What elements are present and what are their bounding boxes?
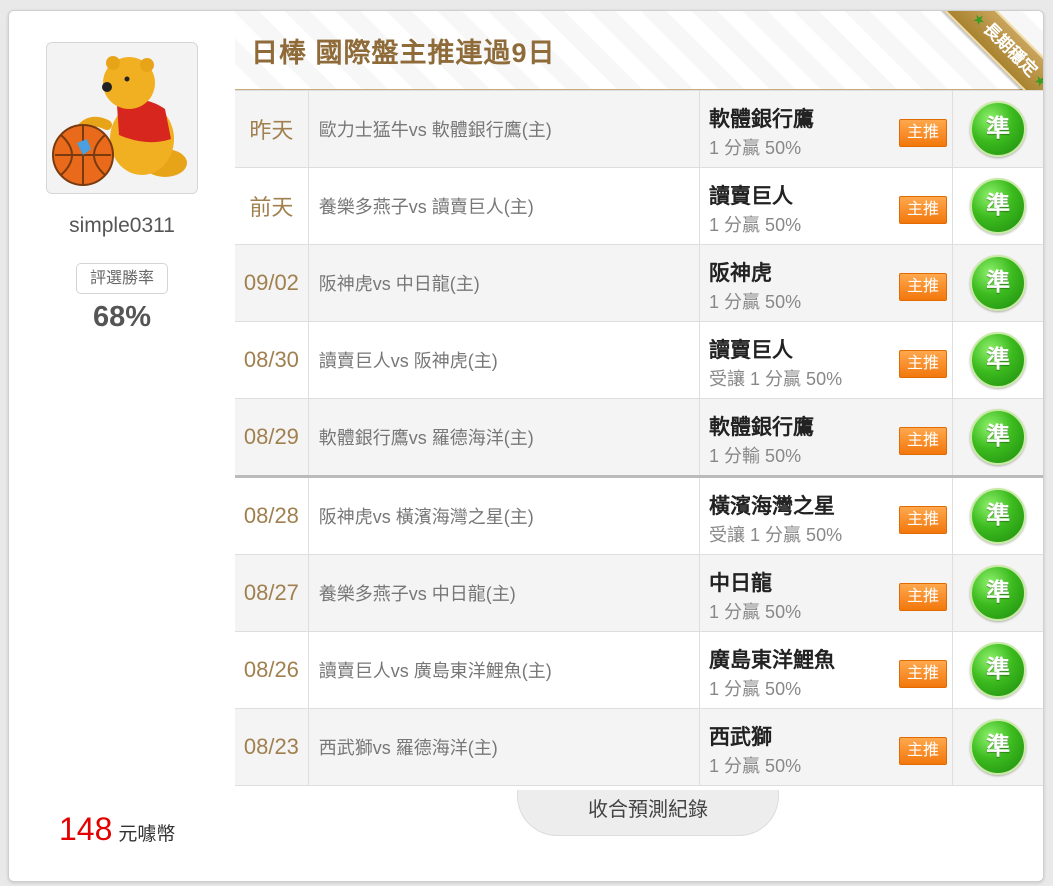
row-date: 08/26 <box>235 631 309 709</box>
pick-team: 阪神虎 <box>709 262 773 285</box>
table-row: 08/26 讀賣巨人vs 廣島東洋鯉魚(主) 廣島東洋鯉魚 1 分贏 50% 主… <box>235 631 1043 709</box>
main-pick-tag: 主推 <box>899 506 948 534</box>
pick-line: 1 分贏 50% <box>709 292 802 312</box>
row-result: 準 <box>952 708 1043 786</box>
main-pick-tag: 主推 <box>899 273 948 301</box>
correct-badge-icon: 準 <box>970 488 1027 544</box>
winrate-value: 68% <box>92 301 152 333</box>
pick-team: 讀賣巨人 <box>709 339 794 362</box>
row-date: 前天 <box>235 167 309 245</box>
pick-line: 1 分輸 50% <box>709 446 802 466</box>
profile-panel: simple0311 評選勝率 68% 148 元噱幣 <box>9 11 236 881</box>
pick-line: 1 分贏 50% <box>709 215 802 235</box>
row-pick: 中日龍 1 分贏 50% 主推 <box>699 554 954 632</box>
row-match[interactable]: 阪神虎vs 橫濱海灣之星(主) <box>307 475 701 555</box>
pick-team: 西武獅 <box>709 726 773 749</box>
row-result: 準 <box>952 167 1043 245</box>
row-date: 08/27 <box>235 554 309 632</box>
main-pick-tag: 主推 <box>899 119 948 147</box>
row-pick: 橫濱海灣之星 受讓 1 分贏 50% 主推 <box>699 475 954 555</box>
table-row: 08/23 西武獅vs 羅德海洋(主) 西武獅 1 分贏 50% 主推 準 <box>235 708 1043 786</box>
prediction-table: 昨天 歐力士猛牛vs 軟體銀行鷹(主) 軟體銀行鷹 1 分贏 50% 主推 準 … <box>235 90 1043 786</box>
bear-avatar-illustration <box>47 43 197 193</box>
main-pick-tag: 主推 <box>899 737 948 765</box>
pick-line: 1 分贏 50% <box>709 679 802 699</box>
correct-badge-icon: 準 <box>970 178 1027 234</box>
table-row: 08/30 讀賣巨人vs 阪神虎(主) 讀賣巨人 受讓 1 分贏 50% 主推 … <box>235 321 1043 399</box>
row-match[interactable]: 讀賣巨人vs 阪神虎(主) <box>307 321 701 399</box>
prediction-panel: 日棒 國際盤主推連過9日 ★長期穩定★ 昨天 歐力士猛牛vs 軟體銀行鷹(主) … <box>235 11 1043 881</box>
row-match[interactable]: 養樂多燕子vs 讀賣巨人(主) <box>307 167 701 245</box>
collapse-history-button[interactable]: 收合預測紀錄 <box>517 790 779 836</box>
row-date: 09/02 <box>235 244 309 322</box>
winrate-label: 評選勝率 <box>76 263 168 294</box>
row-pick: 廣島東洋鯉魚 1 分贏 50% 主推 <box>699 631 954 709</box>
row-match[interactable]: 讀賣巨人vs 廣島東洋鯉魚(主) <box>307 631 701 709</box>
correct-badge-icon: 準 <box>970 255 1027 311</box>
row-match[interactable]: 西武獅vs 羅德海洋(主) <box>307 708 701 786</box>
correct-badge-icon: 準 <box>970 409 1027 465</box>
predictor-card: simple0311 評選勝率 68% 148 元噱幣 日棒 國際盤主推連過9日 … <box>8 10 1044 882</box>
pick-line: 受讓 1 分贏 50% <box>709 369 843 389</box>
title-bar: 日棒 國際盤主推連過9日 <box>235 11 1043 91</box>
main-pick-tag: 主推 <box>899 583 948 611</box>
table-row: 08/28 阪神虎vs 橫濱海灣之星(主) 橫濱海灣之星 受讓 1 分贏 50%… <box>235 475 1043 555</box>
row-pick: 軟體銀行鷹 1 分贏 50% 主推 <box>699 90 954 168</box>
correct-badge-icon: 準 <box>970 719 1027 775</box>
table-row: 08/27 養樂多燕子vs 中日龍(主) 中日龍 1 分贏 50% 主推 準 <box>235 554 1043 632</box>
ribbon-label: 長期穩定 <box>979 18 1042 81</box>
correct-badge-icon: 準 <box>970 101 1027 157</box>
pick-team: 橫濱海灣之星 <box>709 495 836 518</box>
table-row: 09/02 阪神虎vs 中日龍(主) 阪神虎 1 分贏 50% 主推 準 <box>235 244 1043 322</box>
row-date: 08/29 <box>235 398 309 477</box>
row-pick: 讀賣巨人 受讓 1 分贏 50% 主推 <box>699 321 954 399</box>
row-result: 準 <box>952 244 1043 322</box>
row-match[interactable]: 軟體銀行鷹vs 羅德海洋(主) <box>307 398 701 477</box>
row-result: 準 <box>952 90 1043 168</box>
row-result: 準 <box>952 398 1043 477</box>
correct-badge-icon: 準 <box>970 332 1027 388</box>
pick-team: 廣島東洋鯉魚 <box>709 649 836 672</box>
row-pick: 西武獅 1 分贏 50% 主推 <box>699 708 954 786</box>
row-pick: 讀賣巨人 1 分贏 50% 主推 <box>699 167 954 245</box>
coins-value: 148 <box>59 811 113 847</box>
row-pick: 阪神虎 1 分贏 50% 主推 <box>699 244 954 322</box>
pick-line: 受讓 1 分贏 50% <box>709 525 843 545</box>
row-result: 準 <box>952 321 1043 399</box>
row-match[interactable]: 阪神虎vs 中日龍(主) <box>307 244 701 322</box>
pick-team: 中日龍 <box>709 572 773 595</box>
row-match[interactable]: 養樂多燕子vs 中日龍(主) <box>307 554 701 632</box>
username[interactable]: simple0311 <box>9 214 235 238</box>
row-date: 08/23 <box>235 708 309 786</box>
row-match[interactable]: 歐力士猛牛vs 軟體銀行鷹(主) <box>307 90 701 168</box>
coins-price: 148 元噱幣 <box>59 811 175 848</box>
main-pick-tag: 主推 <box>899 660 948 688</box>
table-row: 前天 養樂多燕子vs 讀賣巨人(主) 讀賣巨人 1 分贏 50% 主推 準 <box>235 167 1043 245</box>
page-title: 日棒 國際盤主推連過9日 <box>251 38 556 68</box>
table-row: 08/29 軟體銀行鷹vs 羅德海洋(主) 軟體銀行鷹 1 分輸 50% 主推 … <box>235 398 1043 477</box>
row-date: 08/28 <box>235 475 309 555</box>
row-result: 準 <box>952 631 1043 709</box>
row-pick: 軟體銀行鷹 1 分輸 50% 主推 <box>699 398 954 477</box>
pick-line: 1 分贏 50% <box>709 602 802 622</box>
main-pick-tag: 主推 <box>899 350 948 378</box>
correct-badge-icon: 準 <box>970 642 1027 698</box>
table-row: 昨天 歐力士猛牛vs 軟體銀行鷹(主) 軟體銀行鷹 1 分贏 50% 主推 準 <box>235 90 1043 168</box>
row-result: 準 <box>952 475 1043 555</box>
row-result: 準 <box>952 554 1043 632</box>
coins-unit: 元噱幣 <box>118 824 176 845</box>
pick-team: 軟體銀行鷹 <box>709 416 815 439</box>
pick-line: 1 分贏 50% <box>709 756 802 776</box>
correct-badge-icon: 準 <box>970 565 1027 621</box>
pick-line: 1 分贏 50% <box>709 138 802 158</box>
row-date: 昨天 <box>235 90 309 168</box>
pick-team: 軟體銀行鷹 <box>709 108 815 131</box>
pick-team: 讀賣巨人 <box>709 185 794 208</box>
row-date: 08/30 <box>235 321 309 399</box>
avatar[interactable] <box>46 42 198 194</box>
main-pick-tag: 主推 <box>899 196 948 224</box>
main-pick-tag: 主推 <box>899 427 948 455</box>
